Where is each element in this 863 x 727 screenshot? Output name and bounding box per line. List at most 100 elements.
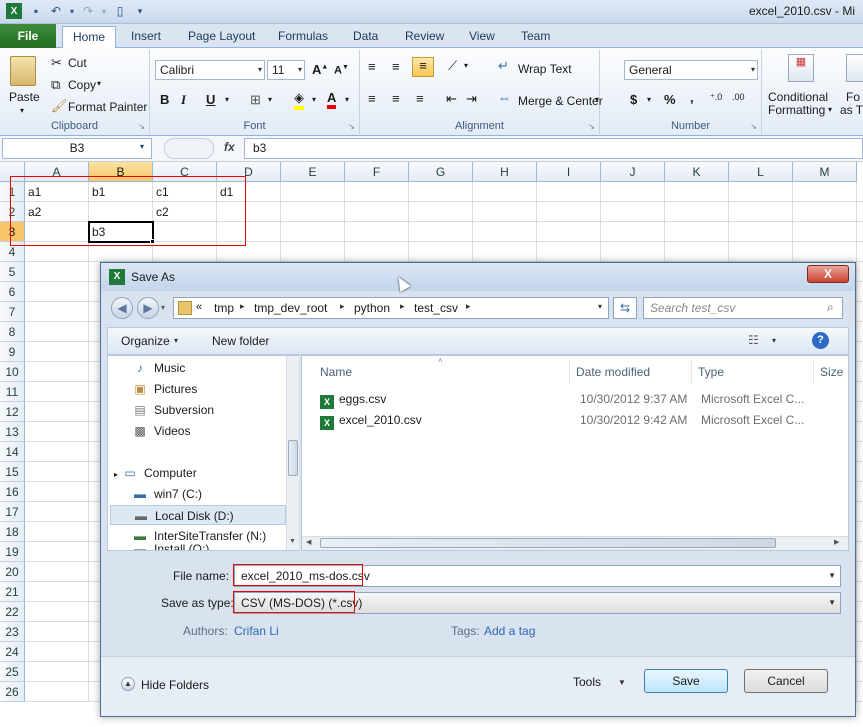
help-icon[interactable]: ? <box>812 332 829 349</box>
tab-file[interactable]: File <box>0 24 56 48</box>
row-header[interactable]: 19 <box>0 542 25 562</box>
shrink-font-icon[interactable]: A▼ <box>334 64 349 77</box>
file-name-dropdown-icon[interactable]: ▼ <box>828 566 836 586</box>
tools-dropdown-icon[interactable]: ▼ <box>618 678 626 687</box>
underline-dropdown-icon[interactable]: ▾ <box>225 95 229 104</box>
align-top-icon[interactable]: ≡ <box>368 59 376 74</box>
insert-function-icon[interactable]: fx <box>224 140 235 154</box>
column-header[interactable]: J <box>601 162 665 182</box>
align-center-icon[interactable]: ≡ <box>392 91 400 106</box>
customize-qat-icon[interactable]: ▾ <box>132 3 148 19</box>
breadcrumb-overflow[interactable]: « <box>196 301 202 313</box>
row-header[interactable]: 11 <box>0 382 25 402</box>
column-type[interactable]: Type <box>692 360 814 384</box>
breadcrumb-separator-icon[interactable]: ▸ <box>466 301 471 312</box>
font-name-combo[interactable]: Calibri ▾ <box>155 60 265 80</box>
tab-formulas[interactable]: Formulas <box>278 24 328 48</box>
alignment-launcher-icon[interactable]: ↘ <box>588 122 595 131</box>
tab-team[interactable]: Team <box>521 24 550 48</box>
row-header[interactable]: 18 <box>0 522 25 542</box>
tab-view[interactable]: View <box>469 24 495 48</box>
row-header[interactable]: 13 <box>0 422 25 442</box>
merge-dropdown-icon[interactable]: ▾ <box>595 95 599 104</box>
borders-icon[interactable]: ⊞ <box>250 92 261 108</box>
column-header[interactable]: K <box>665 162 729 182</box>
font-launcher-icon[interactable]: ↘ <box>348 122 355 131</box>
undo-dropdown-icon[interactable]: ▾ <box>64 3 80 19</box>
row-header[interactable]: 23 <box>0 622 25 642</box>
tab-data[interactable]: Data <box>353 24 378 48</box>
format-painter-button[interactable]: Format Painter <box>68 100 147 114</box>
row-header[interactable]: 16 <box>0 482 25 502</box>
breadcrumb[interactable]: « tmp ▸ tmp_dev_root ▸ python ▸ test_csv… <box>173 297 609 319</box>
wrap-text-button[interactable]: Wrap Text <box>518 62 572 76</box>
nav-videos[interactable]: ▩ Videos <box>132 421 190 441</box>
nav-pictures[interactable]: ▣ Pictures <box>132 379 197 399</box>
scroll-right-icon[interactable]: ▶ <box>834 538 839 546</box>
authors-value[interactable]: Crifan Li <box>234 624 279 638</box>
breadcrumb-python[interactable]: python <box>354 301 390 315</box>
new-folder-button[interactable]: New folder <box>212 334 269 348</box>
refresh-icon[interactable]: ⇆ <box>613 297 637 319</box>
save-type-dropdown-icon[interactable]: ▼ <box>828 593 836 613</box>
column-size[interactable]: Size <box>814 360 848 384</box>
bold-icon[interactable]: B <box>160 92 169 107</box>
file-horizontal-scrollbar[interactable]: ◀ ▶ <box>302 536 848 550</box>
organize-dropdown-icon[interactable]: ▾ <box>174 336 178 345</box>
align-bottom-icon[interactable]: ≡ <box>412 57 434 77</box>
row-header[interactable]: 17 <box>0 502 25 522</box>
align-right-icon[interactable]: ≡ <box>416 91 424 106</box>
cut-button[interactable]: Cut <box>68 56 87 70</box>
decrease-indent-icon[interactable]: ⇤ <box>446 91 457 107</box>
merge-center-button[interactable]: Merge & Center <box>518 94 603 108</box>
column-date-modified[interactable]: Date modified <box>570 360 692 384</box>
column-header[interactable]: E <box>281 162 345 182</box>
column-header[interactable]: M <box>793 162 857 182</box>
organize-button[interactable]: Organize <box>121 334 170 348</box>
row-header[interactable]: 10 <box>0 362 25 382</box>
nav-music[interactable]: ♪ Music <box>132 358 185 378</box>
fill-color-icon[interactable]: ◈ <box>294 90 304 110</box>
wrap-text-icon[interactable]: ↵ <box>498 58 509 74</box>
row-header[interactable]: 20 <box>0 562 25 582</box>
format-painter-icon[interactable]: 🖌 <box>51 98 68 114</box>
nav-local-disk[interactable]: ▬ Local Disk (D:) <box>110 505 286 525</box>
undo-icon[interactable]: ↶ <box>48 3 64 19</box>
copy-icon[interactable]: ⧉ <box>51 77 60 93</box>
font-size-combo[interactable]: 11 ▾ <box>267 60 305 80</box>
percent-icon[interactable]: % <box>664 92 676 107</box>
row-header[interactable]: 5 <box>0 262 25 282</box>
close-button[interactable]: X <box>807 265 849 283</box>
currency-dropdown-icon[interactable]: ▾ <box>647 95 651 104</box>
conditional-formatting-button[interactable]: Conditional <box>768 90 828 104</box>
paste-button[interactable]: Paste <box>9 90 40 104</box>
row-header[interactable]: 26 <box>0 682 25 702</box>
format-as-table-button[interactable]: Fo <box>846 90 860 104</box>
currency-icon[interactable]: $ <box>630 92 637 107</box>
search-icon[interactable]: ⌕ <box>827 300 834 315</box>
italic-icon[interactable]: I <box>181 92 186 108</box>
conditional-dropdown-icon[interactable]: ▾ <box>828 105 832 114</box>
column-header[interactable]: L <box>729 162 793 182</box>
nav-install[interactable]: ▬ Install (O:) <box>132 542 209 550</box>
row-header[interactable]: 9 <box>0 342 25 362</box>
row-header[interactable]: 22 <box>0 602 25 622</box>
file-scroll-thumb[interactable] <box>320 538 776 548</box>
name-box[interactable]: B3 <box>2 138 152 159</box>
save-icon[interactable]: ▪ <box>28 3 44 19</box>
scroll-down-icon[interactable]: ▼ <box>289 538 296 545</box>
row-header[interactable]: 21 <box>0 582 25 602</box>
hide-folders-icon[interactable]: ▲ <box>121 677 135 691</box>
grow-font-icon[interactable]: A▲ <box>312 62 328 77</box>
row-header[interactable]: 12 <box>0 402 25 422</box>
orientation-dropdown-icon[interactable]: ▾ <box>464 61 468 70</box>
row-header[interactable]: 6 <box>0 282 25 302</box>
excel-app-icon[interactable]: X <box>6 3 22 19</box>
format-as-table-icon[interactable] <box>846 54 863 82</box>
cut-icon[interactable]: ✂ <box>51 55 62 71</box>
tab-review[interactable]: Review <box>405 24 444 48</box>
nav-subversion[interactable]: ▤ Subversion <box>132 400 214 420</box>
tags-input[interactable]: Add a tag <box>484 624 535 638</box>
breadcrumb-separator-icon[interactable]: ▸ <box>400 301 405 312</box>
fill-color-dropdown-icon[interactable]: ▾ <box>312 95 316 104</box>
